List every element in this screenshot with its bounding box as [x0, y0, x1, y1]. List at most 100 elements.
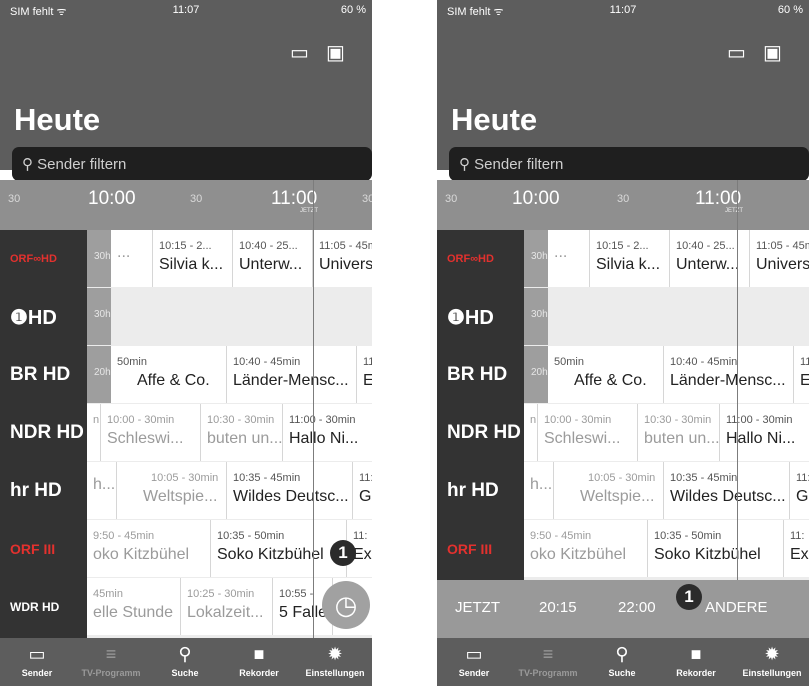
channel-logo[interactable]: ORF III	[0, 520, 87, 578]
tab-sender[interactable]: ▭ Sender	[0, 638, 74, 686]
time-option-andere[interactable]: ANDERE	[705, 599, 768, 616]
program-cell[interactable]: 11:Ei	[794, 346, 809, 403]
program-cell[interactable]: 10:35 - 45min Wildes Deutsc...	[664, 462, 790, 519]
program-cell[interactable]: 11:20Gira	[353, 462, 372, 519]
channel-logo[interactable]: ❶HD	[437, 288, 524, 346]
program-cell[interactable]: 10:40 - 25... Unterw...	[233, 230, 313, 287]
program-cell[interactable]: 11:20Gira	[790, 462, 809, 519]
camera-icon: ■	[690, 644, 702, 664]
channel-logo[interactable]: NDR HD	[437, 404, 524, 462]
tab-tv-programm[interactable]: ≡ TV-Programm	[511, 638, 585, 686]
radio-icon[interactable]: ▣	[763, 40, 782, 65]
channel-logo[interactable]: ORF∞HD	[0, 230, 87, 288]
program-cell[interactable]: 11:00 - 30min Hallo Ni...	[720, 404, 809, 461]
tab-einstellungen[interactable]: ✹ Einstellungen	[298, 638, 372, 686]
time-option-jetzt[interactable]: JETZT	[455, 599, 500, 616]
program-cell[interactable]: 10:00 - 30min Schleswi...	[101, 404, 201, 461]
channel-logo[interactable]: BR HD	[437, 346, 524, 404]
search-input[interactable]: ⚲ Sender filtern	[12, 147, 372, 181]
search-icon: ⚲	[615, 644, 629, 664]
tab-rekorder[interactable]: ■ Rekorder	[659, 638, 733, 686]
epg-grid: ORF∞HD ❶HD BR HD NDR HD hr HD ORF III 30…	[437, 230, 809, 638]
tab-einstellungen[interactable]: ✹ Einstellungen	[735, 638, 809, 686]
page-title: Heute	[451, 102, 538, 137]
radio-icon[interactable]: ▣	[326, 40, 345, 65]
program-cell[interactable]: h...	[87, 462, 117, 519]
program-cell[interactable]: h...	[524, 462, 554, 519]
tab-sender[interactable]: ▭ Sender	[437, 638, 511, 686]
channel-row: n 10:00 - 30min Schleswi... 10:30 - 30min…	[87, 404, 372, 462]
tv-icon: ▭	[28, 644, 46, 664]
channel-logo[interactable]: BR HD	[0, 346, 87, 404]
program-cell[interactable]: 10:40 - 25... Unterw...	[670, 230, 750, 287]
gear-icon: ✹	[327, 644, 343, 664]
timeline[interactable]: 30 10:00 30 11:00 JETZT	[437, 180, 809, 230]
program-cell[interactable]: n	[87, 404, 101, 461]
status-bar: SIM fehlt ᯤ 11:07 60 %	[437, 0, 809, 20]
list-icon: ≡	[105, 644, 117, 664]
program-cell[interactable]: 11:00 - 30min Hallo Ni...	[283, 404, 372, 461]
search-input[interactable]: ⚲ Sender filtern	[449, 147, 809, 181]
program-cell[interactable]: 11:05 - 45minUniversum	[313, 230, 372, 287]
program-cell[interactable]: 10:00 - 30min Schleswi...	[538, 404, 638, 461]
program-cell[interactable]: n	[524, 404, 538, 461]
device-icon[interactable]: ▭	[290, 40, 309, 65]
program-cell[interactable]: 11:Ei	[357, 346, 372, 403]
program-cell[interactable]: 10:30 - 30min buten un...	[638, 404, 720, 461]
program-cell[interactable]: 11: Ex	[784, 520, 809, 577]
program-cell[interactable]: 10:25 - 30min Lokalzeit...	[181, 578, 273, 635]
channel-logo[interactable]: ORF∞HD	[437, 230, 524, 288]
program-cell[interactable]: ...	[548, 230, 590, 287]
status-bar: SIM fehlt ᯤ 11:07 60 %	[0, 0, 372, 20]
program-cell[interactable]: 10:15 - 2... Silvia k...	[590, 230, 670, 287]
program-cell[interactable]: 11:05 - 45minUniversum	[750, 230, 809, 287]
time-option-2015[interactable]: 20:15	[539, 599, 577, 616]
tick-label: 11:00	[271, 188, 318, 209]
program-cell[interactable]: 50min Affe & Co.	[111, 346, 227, 403]
tick-label: 10:00	[88, 188, 136, 209]
tab-suche[interactable]: ⚲ Suche	[148, 638, 222, 686]
program-cell[interactable]: 10:05 - 30min Weltspie...	[117, 462, 227, 519]
program-cell[interactable]: 10:30 - 30min buten un...	[201, 404, 283, 461]
callout-badge: 1	[330, 540, 356, 566]
screen-left: SIM fehlt ᯤ 11:07 60 % ▭ ▣ Heute ⚲ Sende…	[0, 0, 372, 686]
search-icon: ⚲	[178, 644, 192, 664]
channel-row: 30h	[524, 288, 809, 346]
channel-logo[interactable]: ORF III	[437, 520, 524, 578]
channel-row: 20h 50min Affe & Co. 10:40 - 45min Länder-…	[87, 346, 372, 404]
search-icon: ⚲	[22, 156, 38, 173]
now-label: JETZT	[300, 208, 318, 214]
program-cell[interactable]: 10:35 - 50min Soko Kitzbühel	[211, 520, 347, 577]
device-icon[interactable]: ▭	[727, 40, 746, 65]
channel-logo[interactable]: WDR HD	[0, 578, 87, 636]
channel-logo[interactable]: hr HD	[437, 462, 524, 520]
timeline[interactable]: 30 10:00 30 11:00 JETZT 30	[0, 180, 372, 230]
program-cell[interactable]: 50min Affe & Co.	[548, 346, 664, 403]
program-cell[interactable]: 45min elle Stunde	[87, 578, 181, 635]
program-cell[interactable]: 10:40 - 45min Länder-Mensc...	[664, 346, 794, 403]
tick-label: 30	[362, 193, 372, 205]
program-cell[interactable]: 9:50 - 45min oko Kitzbühel	[524, 520, 648, 577]
search-placeholder: Sender filtern	[474, 156, 564, 173]
program-cell[interactable]: 10:15 - 2... Silvia k...	[153, 230, 233, 287]
channel-logos: ORF∞HD ❶HD BR HD NDR HD hr HD ORF III WD…	[0, 230, 87, 638]
clock-button[interactable]: ◷	[322, 581, 370, 629]
tab-rekorder[interactable]: ■ Rekorder	[222, 638, 296, 686]
tab-suche[interactable]: ⚲ Suche	[585, 638, 659, 686]
program-cell[interactable]: 10:35 - 50min Soko Kitzbühel	[648, 520, 784, 577]
channel-row: 20h 50min Affe & Co. 10:40 - 45min Länder-…	[524, 346, 809, 404]
now-line	[313, 180, 314, 638]
tab-tv-programm[interactable]: ≡ TV-Programm	[74, 638, 148, 686]
now-line	[737, 180, 738, 638]
channel-logo[interactable]: NDR HD	[0, 404, 87, 462]
channel-row: h... 10:05 - 30min Weltspie... 10:35 - 45…	[87, 462, 372, 520]
program-cell[interactable]: 10:40 - 45min Länder-Mensc...	[227, 346, 357, 403]
program-cell[interactable]: 10:05 - 30min Weltspie...	[554, 462, 664, 519]
program-cell[interactable]: 10:35 - 45min Wildes Deutsc...	[227, 462, 353, 519]
program-cell[interactable]: 9:50 - 45min oko Kitzbühel	[87, 520, 211, 577]
program-cell[interactable]: ...	[111, 230, 153, 287]
channel-logo[interactable]: hr HD	[0, 462, 87, 520]
tab-bar: ▭ Sender ≡ TV-Programm ⚲ Suche ■ Rekorder ✹ E…	[0, 638, 372, 686]
time-option-2200[interactable]: 22:00	[618, 599, 656, 616]
channel-logo[interactable]: ❶HD	[0, 288, 87, 346]
